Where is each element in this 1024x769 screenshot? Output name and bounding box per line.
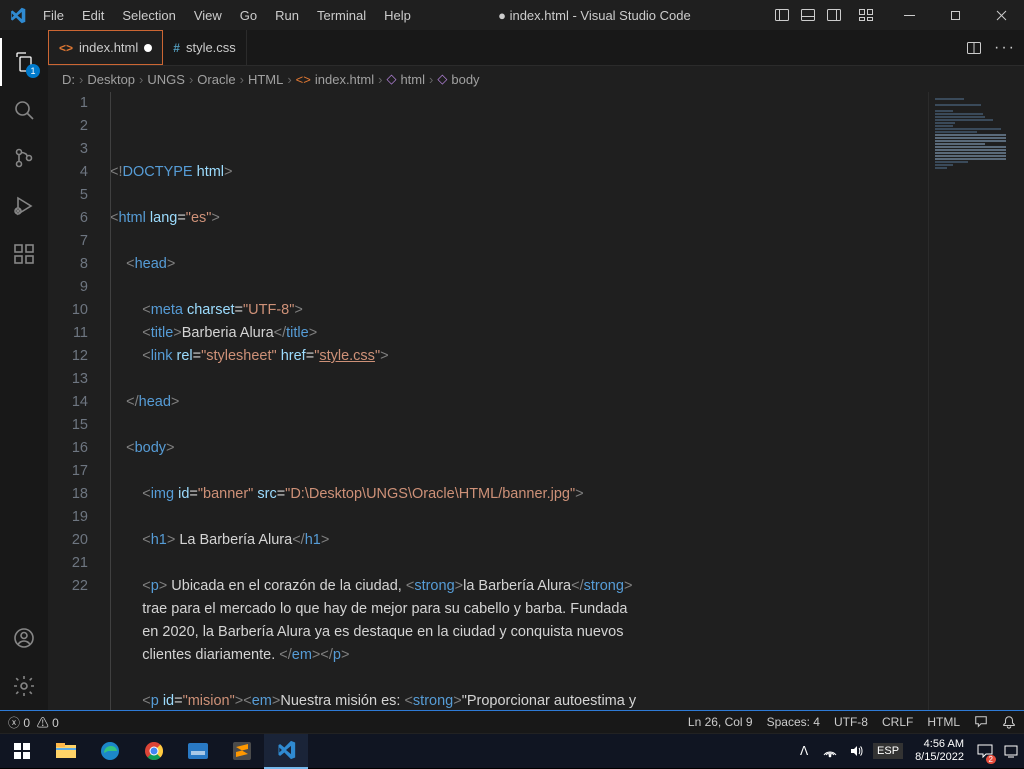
breadcrumb[interactable]: D:› Desktop› UNGS› Oracle› HTML› <> inde… <box>48 66 1024 92</box>
chrome-icon[interactable] <box>132 734 176 769</box>
menu-edit[interactable]: Edit <box>74 4 112 27</box>
toggle-secondary-sidebar-icon[interactable] <box>822 4 846 26</box>
action-center-icon[interactable]: 2 <box>972 734 998 768</box>
edge-icon[interactable] <box>88 734 132 769</box>
window-title: ● index.html - Visual Studio Code <box>419 8 770 23</box>
menu-bar: File Edit Selection View Go Run Terminal… <box>35 4 419 27</box>
menu-go[interactable]: Go <box>232 4 265 27</box>
toggle-panel-icon[interactable] <box>796 4 820 26</box>
tab-style-css[interactable]: # style.css <box>163 30 247 65</box>
tab-index-html[interactable]: <> index.html <box>48 30 163 65</box>
line-numbers: 12345678910111213141516171819202122 <box>48 92 110 710</box>
menu-file[interactable]: File <box>35 4 72 27</box>
start-button[interactable] <box>0 734 44 769</box>
maximize-button[interactable] <box>932 0 978 30</box>
file-explorer-icon[interactable] <box>44 734 88 769</box>
close-button[interactable] <box>978 0 1024 30</box>
source-control-icon[interactable] <box>0 134 48 182</box>
html-file-icon: <> <box>59 41 73 55</box>
menu-run[interactable]: Run <box>267 4 307 27</box>
layout-controls <box>770 4 886 26</box>
volume-icon[interactable] <box>843 734 869 768</box>
explorer-badge: 1 <box>26 64 40 78</box>
breadcrumb-segment[interactable]: Desktop <box>87 72 135 87</box>
run-debug-icon[interactable] <box>0 182 48 230</box>
titlebar: File Edit Selection View Go Run Terminal… <box>0 0 1024 30</box>
clock[interactable]: 4:56 AM 8/15/2022 <box>907 738 972 764</box>
css-file-icon: # <box>173 41 180 55</box>
accounts-icon[interactable] <box>0 614 48 662</box>
cursor-position[interactable]: Ln 26, Col 9 <box>688 715 753 729</box>
network-icon[interactable] <box>817 734 843 768</box>
activity-bar: 1 <box>0 30 48 710</box>
tab-bar: <> index.html # style.css ··· <box>48 30 1024 66</box>
html-file-icon: <> <box>296 72 311 87</box>
toggle-sidebar-icon[interactable] <box>770 4 794 26</box>
breadcrumb-segment[interactable]: body <box>451 72 479 87</box>
menu-terminal[interactable]: Terminal <box>309 4 374 27</box>
warning-icon: ⚠ <box>37 716 49 730</box>
breadcrumb-segment[interactable]: HTML <box>248 72 283 87</box>
search-icon[interactable] <box>0 86 48 134</box>
show-desktop[interactable] <box>998 734 1024 768</box>
encoding-status[interactable]: UTF-8 <box>834 715 868 729</box>
more-actions-icon[interactable]: ··· <box>994 39 1016 57</box>
breadcrumb-segment[interactable]: UNGS <box>147 72 185 87</box>
menu-view[interactable]: View <box>186 4 230 27</box>
date: 8/15/2022 <box>915 751 964 764</box>
eol-status[interactable]: CRLF <box>882 715 913 729</box>
customize-layout-icon[interactable] <box>854 4 878 26</box>
symbol-icon: ◇ <box>437 71 447 87</box>
feedback-icon[interactable] <box>974 715 988 729</box>
symbol-icon: ◇ <box>386 71 396 87</box>
split-editor-icon[interactable] <box>966 40 982 56</box>
minimap[interactable] <box>928 92 1024 710</box>
status-bar: ⓧ 0 ⚠ 0 Ln 26, Col 9 Spaces: 4 UTF-8 CRL… <box>0 710 1024 733</box>
window-controls <box>886 0 1024 30</box>
breadcrumb-segment[interactable]: html <box>400 72 425 87</box>
breadcrumb-segment[interactable]: index.html <box>315 72 374 87</box>
breadcrumb-segment[interactable]: Oracle <box>197 72 235 87</box>
indentation-status[interactable]: Spaces: 4 <box>767 715 820 729</box>
language-mode[interactable]: HTML <box>927 715 960 729</box>
extensions-icon[interactable] <box>0 230 48 278</box>
minimize-button[interactable] <box>886 0 932 30</box>
explorer-icon[interactable]: 1 <box>0 38 48 86</box>
sublime-icon[interactable] <box>220 734 264 769</box>
vscode-taskbar-icon[interactable] <box>264 734 308 769</box>
windows-taskbar: ᐱ ESP 4:56 AM 8/15/2022 2 <box>0 733 1024 768</box>
problems-status[interactable]: ⓧ 0 ⚠ 0 <box>8 714 59 731</box>
notifications-icon[interactable] <box>1002 715 1016 729</box>
notification-count: 2 <box>986 755 996 764</box>
tab-label: style.css <box>186 40 236 55</box>
breadcrumb-segment[interactable]: D: <box>62 72 75 87</box>
show-hidden-icons[interactable]: ᐱ <box>791 734 817 768</box>
time: 4:56 AM <box>915 738 964 751</box>
vscode-logo-icon <box>0 7 35 24</box>
editor-area: <> index.html # style.css ··· D:› Deskto… <box>48 30 1024 710</box>
modified-dot-icon <box>144 44 152 52</box>
error-icon: ⓧ <box>8 716 20 730</box>
input-language[interactable]: ESP <box>873 743 903 759</box>
code-content[interactable]: <!DOCTYPE html> <html lang="es"> <head> … <box>110 92 928 710</box>
tab-label: index.html <box>79 40 138 55</box>
app-icon[interactable] <box>176 734 220 769</box>
menu-help[interactable]: Help <box>376 4 419 27</box>
menu-selection[interactable]: Selection <box>114 4 183 27</box>
settings-gear-icon[interactable] <box>0 662 48 710</box>
code-editor[interactable]: 12345678910111213141516171819202122 <!DO… <box>48 92 1024 710</box>
